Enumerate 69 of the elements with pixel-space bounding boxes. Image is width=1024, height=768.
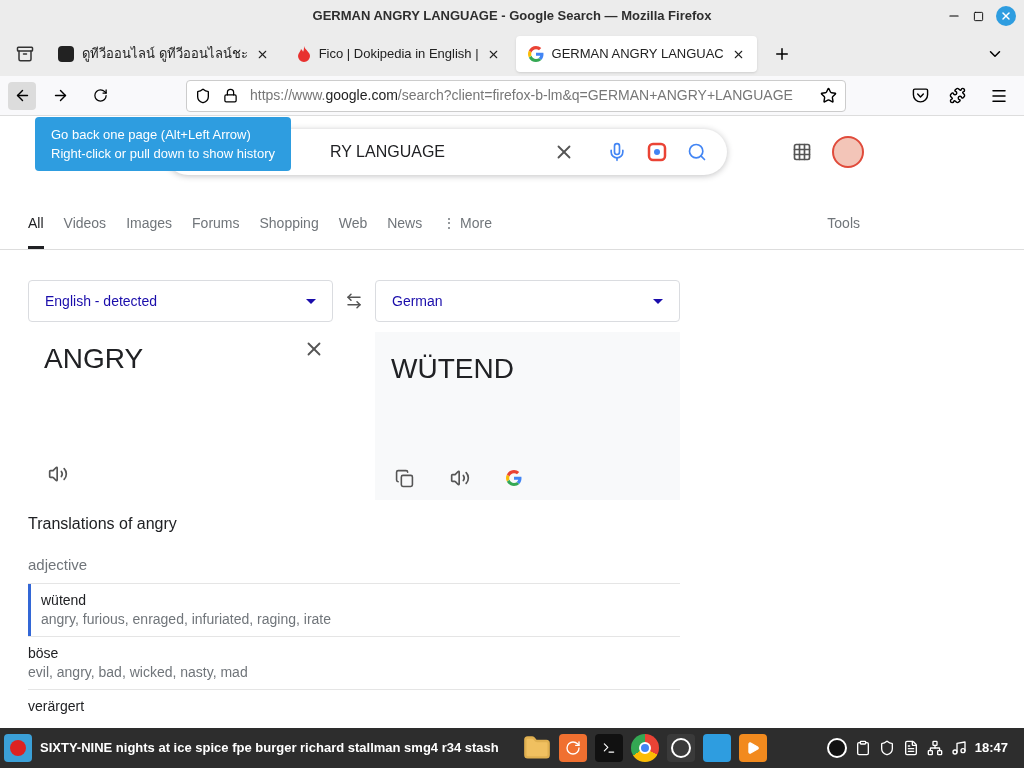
- search-icon[interactable]: [687, 142, 707, 162]
- browser-tab[interactable]: GERMAN ANGRY LANGUAC: [515, 36, 757, 72]
- pocket-icon[interactable]: [912, 87, 929, 104]
- source-language-select[interactable]: English - detected: [28, 280, 333, 322]
- google-g-icon: [506, 470, 522, 486]
- extensions-icon[interactable]: [949, 87, 966, 104]
- translation-meanings: evil, angry, bad, wicked, nasty, mad: [28, 662, 248, 682]
- tooltip-text: Go back one page (Alt+Left Arrow): [51, 126, 252, 144]
- clipboard-icon[interactable]: [854, 740, 871, 756]
- media-player-icon[interactable]: [738, 734, 767, 762]
- avatar[interactable]: [832, 136, 864, 168]
- network-icon[interactable]: [926, 740, 943, 756]
- folder-icon[interactable]: [522, 734, 551, 762]
- microphone-icon[interactable]: [607, 142, 627, 162]
- search-tab[interactable]: Videos: [63, 213, 107, 249]
- source-text: ANGRY: [44, 343, 144, 374]
- search-tab[interactable]: Forums: [192, 213, 240, 249]
- part-of-speech: adjective: [28, 555, 89, 575]
- back-button[interactable]: [8, 81, 36, 110]
- window-title: GERMAN ANGRY LANGUAGE - Google Search — Mozilla Firefox: [312, 7, 712, 26]
- reload-icon[interactable]: [93, 88, 108, 103]
- tab-list-icon[interactable]: [16, 45, 34, 63]
- notes-icon[interactable]: [902, 740, 919, 756]
- browser-tab[interactable]: Fico | Dokipedia in English |: [284, 36, 512, 72]
- search-tab[interactable]: News: [387, 213, 423, 249]
- dropdown-caret-icon: [306, 298, 316, 304]
- bookmark-star-icon[interactable]: [820, 87, 837, 104]
- close-button[interactable]: [996, 6, 1016, 26]
- search-text: RY LANGUAGE: [330, 142, 446, 162]
- maximize-icon[interactable]: [973, 10, 984, 22]
- forward-icon[interactable]: [52, 87, 69, 104]
- target-language-select[interactable]: German: [375, 280, 680, 322]
- browser-tab[interactable]: ดูทีวีออนไลน์ ดูทีวีออนไลน์ชะ: [46, 36, 281, 72]
- copy-icon[interactable]: [395, 468, 414, 488]
- active-window-title[interactable]: SIXTY-NINE nights at ice spice fpe burger richard stallman smg4 r34 stash: [40, 738, 499, 758]
- clock[interactable]: 18:47: [974, 738, 1008, 758]
- search-tab[interactable]: All: [28, 213, 44, 249]
- tab-title: GERMAN ANGRY LANGUAC: [551, 45, 724, 64]
- tools-link[interactable]: Tools: [827, 213, 860, 249]
- close-icon: [1000, 10, 1012, 22]
- shield-icon: [195, 87, 211, 104]
- search-tab[interactable]: ⋮ More: [442, 213, 493, 249]
- tab-title: Fico | Dokipedia in English |: [318, 45, 479, 64]
- translation-word[interactable]: böse: [28, 643, 248, 663]
- search-tab[interactable]: Images: [126, 213, 173, 249]
- lock-icon: [223, 88, 238, 103]
- shield-tray-icon[interactable]: [878, 740, 895, 756]
- translation-meanings: angry, furious, enraged, infuriated, raging, irate: [41, 609, 332, 629]
- swap-languages-icon[interactable]: [345, 292, 363, 310]
- flame-icon: [296, 46, 311, 62]
- translation-word[interactable]: verärgert: [28, 696, 85, 716]
- address-bar[interactable]: https://www.google.com/search?client=firefox-b-lm&q=GERMAN+ANGRY+LANGUAGE: [186, 79, 846, 112]
- tooltip-text: Right-click or pull down to show history: [51, 145, 275, 163]
- translations-heading: Translations of angry: [28, 514, 178, 534]
- camera-icon[interactable]: [647, 142, 667, 162]
- apps-icon[interactable]: [792, 142, 812, 162]
- search-tab[interactable]: Shopping: [259, 213, 319, 249]
- speaker-icon[interactable]: [48, 464, 68, 484]
- chrome-icon[interactable]: [630, 734, 659, 762]
- translation-word[interactable]: wütend: [41, 590, 332, 610]
- dropdown-caret-icon: [653, 298, 663, 304]
- terminal-icon[interactable]: [594, 734, 623, 762]
- translated-text: WÜTEND: [391, 353, 514, 384]
- url-text: https://www.google.com/search?client=firefox-b-lm&q=GERMAN+ANGRY+LANGUAGE: [250, 86, 794, 105]
- tab-title: ดูทีวีออนไลน์ ดูทีวีออนไลน์ชะ: [82, 45, 248, 64]
- search-tab[interactable]: Web: [338, 213, 368, 249]
- google-g-icon: [527, 46, 544, 62]
- sound-icon[interactable]: [950, 740, 967, 756]
- speaker-icon[interactable]: [450, 468, 470, 488]
